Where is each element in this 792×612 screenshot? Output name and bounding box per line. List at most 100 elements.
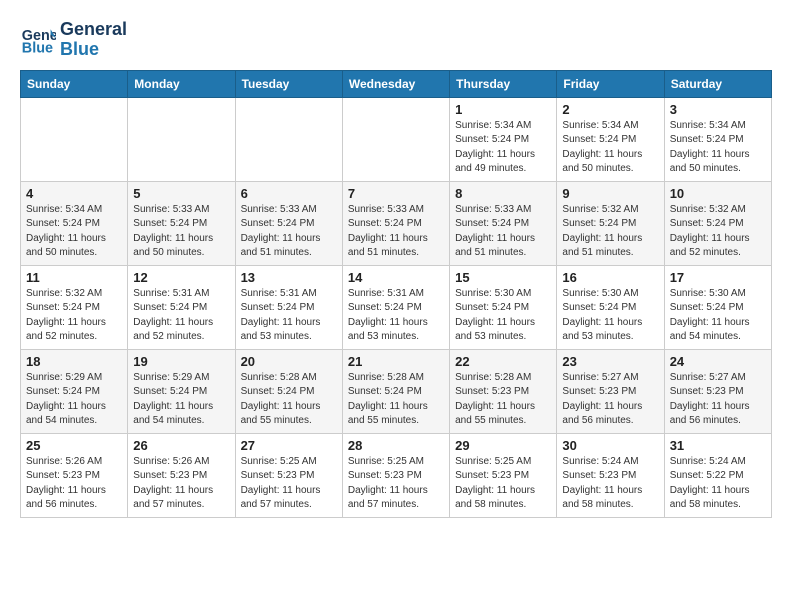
day-detail: Sunrise: 5:33 AM Sunset: 5:24 PM Dayligh… bbox=[455, 203, 551, 261]
calendar-cell: 16 Sunrise: 5:30 AM Sunset: 5:24 PM Dayli… bbox=[557, 265, 664, 349]
day-detail: Sunrise: 5:33 AM Sunset: 5:24 PM Dayligh… bbox=[133, 203, 229, 261]
calendar-cell bbox=[342, 97, 449, 181]
day-header-saturday: Saturday bbox=[664, 70, 771, 97]
day-number: 31 bbox=[670, 438, 766, 453]
day-number: 24 bbox=[670, 354, 766, 369]
day-detail: Sunrise: 5:32 AM Sunset: 5:24 PM Dayligh… bbox=[670, 203, 766, 261]
day-number: 16 bbox=[562, 270, 658, 285]
day-detail: Sunrise: 5:31 AM Sunset: 5:24 PM Dayligh… bbox=[133, 287, 229, 345]
day-number: 6 bbox=[241, 186, 337, 201]
week-row-1: 1 Sunrise: 5:34 AM Sunset: 5:24 PM Daylig… bbox=[21, 97, 772, 181]
day-number: 25 bbox=[26, 438, 122, 453]
calendar-cell bbox=[21, 97, 128, 181]
day-detail: Sunrise: 5:33 AM Sunset: 5:24 PM Dayligh… bbox=[348, 203, 444, 261]
day-number: 5 bbox=[133, 186, 229, 201]
calendar-cell: 21 Sunrise: 5:28 AM Sunset: 5:24 PM Dayli… bbox=[342, 349, 449, 433]
day-detail: Sunrise: 5:24 AM Sunset: 5:23 PM Dayligh… bbox=[562, 455, 658, 513]
day-number: 8 bbox=[455, 186, 551, 201]
day-number: 23 bbox=[562, 354, 658, 369]
day-header-monday: Monday bbox=[128, 70, 235, 97]
calendar-table: SundayMondayTuesdayWednesdayThursdayFrid… bbox=[20, 70, 772, 518]
day-detail: Sunrise: 5:28 AM Sunset: 5:23 PM Dayligh… bbox=[455, 371, 551, 429]
logo-icon: General Blue bbox=[20, 22, 56, 58]
calendar-cell: 31 Sunrise: 5:24 AM Sunset: 5:22 PM Dayli… bbox=[664, 433, 771, 517]
day-header-thursday: Thursday bbox=[450, 70, 557, 97]
calendar-cell bbox=[128, 97, 235, 181]
day-detail: Sunrise: 5:34 AM Sunset: 5:24 PM Dayligh… bbox=[455, 119, 551, 177]
day-number: 9 bbox=[562, 186, 658, 201]
day-detail: Sunrise: 5:34 AM Sunset: 5:24 PM Dayligh… bbox=[562, 119, 658, 177]
day-number: 18 bbox=[26, 354, 122, 369]
calendar-cell: 9Sunrise: 5:32 AM Sunset: 5:24 PM Daylig… bbox=[557, 181, 664, 265]
day-detail: Sunrise: 5:29 AM Sunset: 5:24 PM Dayligh… bbox=[133, 371, 229, 429]
day-detail: Sunrise: 5:32 AM Sunset: 5:24 PM Dayligh… bbox=[26, 287, 122, 345]
day-number: 20 bbox=[241, 354, 337, 369]
day-number: 3 bbox=[670, 102, 766, 117]
day-detail: Sunrise: 5:27 AM Sunset: 5:23 PM Dayligh… bbox=[562, 371, 658, 429]
day-number: 22 bbox=[455, 354, 551, 369]
day-number: 19 bbox=[133, 354, 229, 369]
day-number: 4 bbox=[26, 186, 122, 201]
calendar-cell: 17Sunrise: 5:30 AM Sunset: 5:24 PM Dayli… bbox=[664, 265, 771, 349]
calendar-cell: 30 Sunrise: 5:24 AM Sunset: 5:23 PM Dayli… bbox=[557, 433, 664, 517]
calendar-cell: 27Sunrise: 5:25 AM Sunset: 5:23 PM Dayli… bbox=[235, 433, 342, 517]
calendar-cell: 18 Sunrise: 5:29 AM Sunset: 5:24 PM Dayli… bbox=[21, 349, 128, 433]
calendar-cell: 5 Sunrise: 5:33 AM Sunset: 5:24 PM Daylig… bbox=[128, 181, 235, 265]
calendar-cell: 12 Sunrise: 5:31 AM Sunset: 5:24 PM Dayli… bbox=[128, 265, 235, 349]
day-number: 21 bbox=[348, 354, 444, 369]
calendar-cell: 25Sunrise: 5:26 AM Sunset: 5:23 PM Dayli… bbox=[21, 433, 128, 517]
header-row: SundayMondayTuesdayWednesdayThursdayFrid… bbox=[21, 70, 772, 97]
day-number: 15 bbox=[455, 270, 551, 285]
calendar-cell bbox=[235, 97, 342, 181]
day-detail: Sunrise: 5:31 AM Sunset: 5:24 PM Dayligh… bbox=[241, 287, 337, 345]
day-number: 14 bbox=[348, 270, 444, 285]
day-detail: Sunrise: 5:24 AM Sunset: 5:22 PM Dayligh… bbox=[670, 455, 766, 513]
day-detail: Sunrise: 5:33 AM Sunset: 5:24 PM Dayligh… bbox=[241, 203, 337, 261]
calendar-cell: 19 Sunrise: 5:29 AM Sunset: 5:24 PM Dayli… bbox=[128, 349, 235, 433]
calendar-cell: 22 Sunrise: 5:28 AM Sunset: 5:23 PM Dayli… bbox=[450, 349, 557, 433]
day-detail: Sunrise: 5:26 AM Sunset: 5:23 PM Dayligh… bbox=[133, 455, 229, 513]
svg-text:Blue: Blue bbox=[22, 40, 53, 56]
week-row-5: 25 Sunrise: 5:26 AM Sunset: 5:23 PM Dayli… bbox=[21, 433, 772, 517]
day-number: 11 bbox=[26, 270, 122, 285]
calendar-cell: 26 Sunrise: 5:26 AM Sunset: 5:23 PM Dayli… bbox=[128, 433, 235, 517]
day-number: 26 bbox=[133, 438, 229, 453]
day-detail: Sunrise: 5:30 AM Sunset: 5:24 PM Dayligh… bbox=[455, 287, 551, 345]
day-number: 13 bbox=[241, 270, 337, 285]
calendar-cell: 10Sunrise: 5:32 AM Sunset: 5:24 PM Dayli… bbox=[664, 181, 771, 265]
calendar-cell: 3 Sunrise: 5:34 AM Sunset: 5:24 PM Daylig… bbox=[664, 97, 771, 181]
day-number: 12 bbox=[133, 270, 229, 285]
page-header: General Blue General Blue bbox=[20, 20, 772, 60]
day-number: 28 bbox=[348, 438, 444, 453]
calendar-cell: 23 Sunrise: 5:27 AM Sunset: 5:23 PM Dayli… bbox=[557, 349, 664, 433]
day-detail: Sunrise: 5:25 AM Sunset: 5:23 PM Dayligh… bbox=[455, 455, 551, 513]
day-number: 27 bbox=[241, 438, 337, 453]
calendar-cell: 14 Sunrise: 5:31 AM Sunset: 5:24 PM Dayli… bbox=[342, 265, 449, 349]
day-number: 1 bbox=[455, 102, 551, 117]
day-header-tuesday: Tuesday bbox=[235, 70, 342, 97]
day-number: 29 bbox=[455, 438, 551, 453]
day-detail: Sunrise: 5:28 AM Sunset: 5:24 PM Dayligh… bbox=[348, 371, 444, 429]
week-row-4: 18 Sunrise: 5:29 AM Sunset: 5:24 PM Dayli… bbox=[21, 349, 772, 433]
logo-text: General Blue bbox=[60, 20, 127, 60]
day-detail: Sunrise: 5:27 AM Sunset: 5:23 PM Dayligh… bbox=[670, 371, 766, 429]
day-number: 7 bbox=[348, 186, 444, 201]
day-detail: Sunrise: 5:28 AM Sunset: 5:24 PM Dayligh… bbox=[241, 371, 337, 429]
logo: General Blue General Blue bbox=[20, 20, 127, 60]
day-number: 2 bbox=[562, 102, 658, 117]
day-detail: Sunrise: 5:34 AM Sunset: 5:24 PM Dayligh… bbox=[26, 203, 122, 261]
calendar-cell: 29 Sunrise: 5:25 AM Sunset: 5:23 PM Dayli… bbox=[450, 433, 557, 517]
day-detail: Sunrise: 5:31 AM Sunset: 5:24 PM Dayligh… bbox=[348, 287, 444, 345]
day-detail: Sunrise: 5:30 AM Sunset: 5:24 PM Dayligh… bbox=[562, 287, 658, 345]
calendar-cell: 2 Sunrise: 5:34 AM Sunset: 5:24 PM Daylig… bbox=[557, 97, 664, 181]
calendar-cell: 24 Sunrise: 5:27 AM Sunset: 5:23 PM Dayli… bbox=[664, 349, 771, 433]
day-detail: Sunrise: 5:34 AM Sunset: 5:24 PM Dayligh… bbox=[670, 119, 766, 177]
calendar-cell: 15 Sunrise: 5:30 AM Sunset: 5:24 PM Dayli… bbox=[450, 265, 557, 349]
day-detail: Sunrise: 5:30 AM Sunset: 5:24 PM Dayligh… bbox=[670, 287, 766, 345]
calendar-cell: 11 Sunrise: 5:32 AM Sunset: 5:24 PM Dayli… bbox=[21, 265, 128, 349]
calendar-cell: 4 Sunrise: 5:34 AM Sunset: 5:24 PM Daylig… bbox=[21, 181, 128, 265]
calendar-cell: 13 Sunrise: 5:31 AM Sunset: 5:24 PM Dayli… bbox=[235, 265, 342, 349]
day-number: 30 bbox=[562, 438, 658, 453]
calendar-cell: 6 Sunrise: 5:33 AM Sunset: 5:24 PM Daylig… bbox=[235, 181, 342, 265]
day-detail: Sunrise: 5:29 AM Sunset: 5:24 PM Dayligh… bbox=[26, 371, 122, 429]
